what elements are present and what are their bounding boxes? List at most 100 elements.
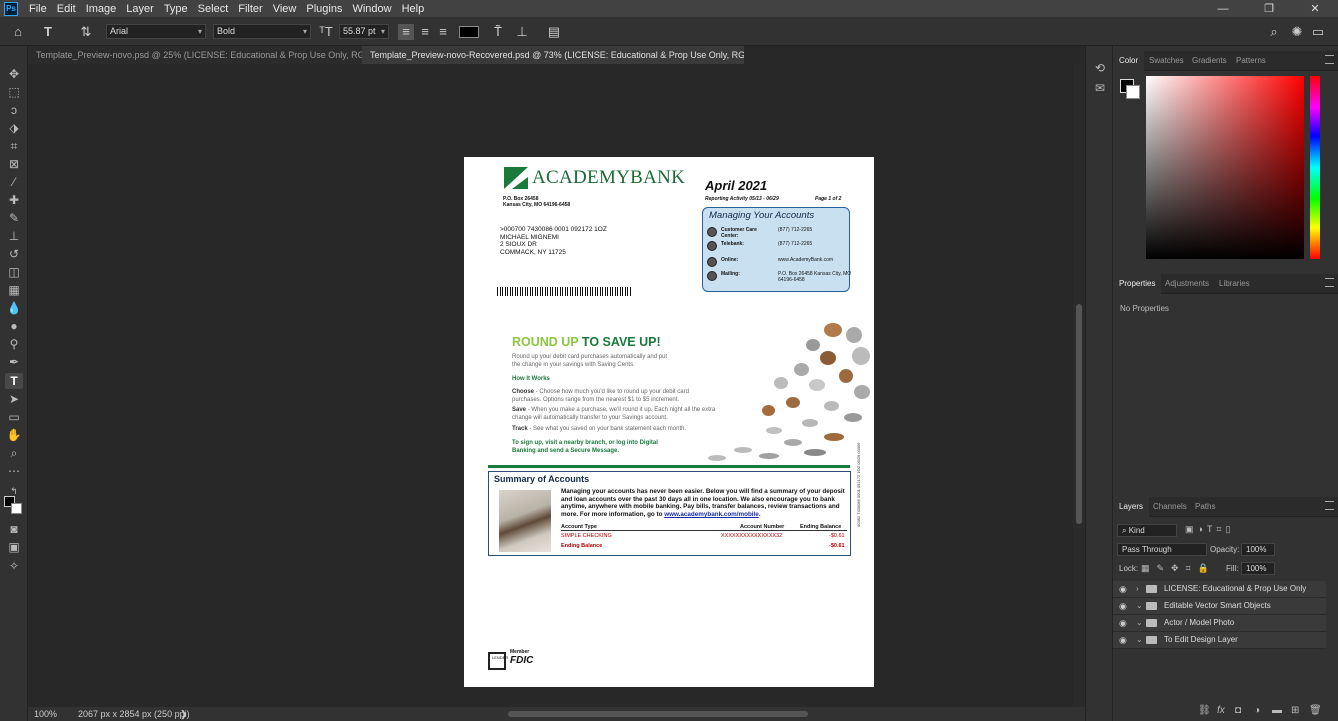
menu-image[interactable]: Image: [81, 3, 122, 15]
bank-statement-document[interactable]: ACADEMYBANK P.O. Box 26458 Kansas City, …: [464, 157, 874, 687]
fill-field[interactable]: 100%: [1241, 562, 1275, 575]
add-mask-icon[interactable]: ◘: [1235, 705, 1241, 716]
menu-help[interactable]: Help: [397, 3, 430, 15]
eye-icon[interactable]: ◉: [1119, 601, 1127, 612]
history-panel-icon[interactable]: ⟲: [1091, 60, 1109, 76]
text-color-swatch[interactable]: [459, 26, 479, 38]
lasso-tool-icon[interactable]: ↄ: [5, 102, 23, 118]
tab-layers[interactable]: Layers: [1113, 497, 1150, 517]
layer-style-icon[interactable]: fx: [1217, 705, 1225, 716]
layer-filter-icons[interactable]: ▣◑T⌗▯: [1185, 524, 1234, 535]
type-tool-preset-icon[interactable]: T: [40, 24, 56, 40]
rectangle-tool-icon[interactable]: ▭: [5, 409, 23, 425]
menu-window[interactable]: Window: [347, 3, 396, 15]
new-group-icon[interactable]: ▬: [1272, 705, 1282, 716]
zoom-level[interactable]: 100%: [34, 709, 57, 719]
menu-view[interactable]: View: [268, 3, 302, 15]
layer-row[interactable]: ◉ › LICENSE: Educational & Prop Use Only: [1113, 581, 1326, 598]
menu-select[interactable]: Select: [193, 3, 234, 15]
eye-icon[interactable]: ◉: [1119, 635, 1127, 646]
delete-layer-icon[interactable]: 🗑: [1309, 705, 1322, 716]
more-tools-icon[interactable]: ⋯: [5, 463, 23, 479]
tab-swatches[interactable]: Swatches: [1143, 51, 1190, 71]
scroll-thumb[interactable]: [1076, 304, 1082, 524]
tab-properties[interactable]: Properties: [1113, 274, 1162, 294]
history-brush-tool-icon[interactable]: ↺: [5, 246, 23, 262]
tab-paths[interactable]: Paths: [1189, 497, 1221, 517]
lightbulb-icon[interactable]: ✺: [1289, 24, 1305, 40]
canvas-area[interactable]: ACADEMYBANK P.O. Box 26458 Kansas City, …: [28, 64, 1073, 707]
close-window-button[interactable]: ✕: [1292, 0, 1338, 17]
character-panel-icon[interactable]: ⊥: [514, 24, 530, 40]
tab-adjustments[interactable]: Adjustments: [1159, 274, 1215, 294]
dodge-tool-icon[interactable]: ●: [5, 318, 23, 334]
status-menu-icon[interactable]: ❯: [180, 709, 188, 720]
tab-patterns[interactable]: Patterns: [1230, 51, 1272, 71]
workspace-icon[interactable]: ▭: [1310, 24, 1326, 40]
tab-color[interactable]: Color: [1113, 51, 1145, 71]
mobile-link[interactable]: www.academybank.com/mobile: [664, 511, 759, 518]
menu-type[interactable]: Type: [159, 3, 193, 15]
panel-menu-icon[interactable]: [1325, 278, 1334, 287]
font-size-field[interactable]: 55.87 pt ▾: [339, 24, 389, 39]
chevron-down-icon[interactable]: ⌄: [1136, 618, 1143, 627]
panel-menu-icon[interactable]: [1325, 55, 1334, 64]
object-selection-tool-icon[interactable]: ⬗: [5, 120, 23, 136]
quick-mask-icon[interactable]: ◙: [5, 521, 23, 537]
font-style-select[interactable]: Bold ▾: [213, 24, 311, 39]
sponge-tool-icon[interactable]: ⚲: [5, 336, 23, 352]
tab-template-preview-recovered[interactable]: Template_Preview-novo-Recovered.psd @ 73…: [362, 46, 744, 64]
lock-icons[interactable]: ▦✎✥⌗🔒: [1141, 563, 1216, 574]
clone-stamp-tool-icon[interactable]: ⊥: [5, 228, 23, 244]
marquee-tool-icon[interactable]: ⬚: [5, 84, 23, 100]
chevron-right-icon[interactable]: ›: [1136, 584, 1139, 593]
eye-icon[interactable]: ◉: [1119, 618, 1127, 629]
warp-text-icon[interactable]: T̃: [490, 24, 506, 40]
move-tool-icon[interactable]: ✥: [5, 66, 23, 82]
chevron-down-icon[interactable]: ⌄: [1136, 601, 1143, 610]
blur-tool-icon[interactable]: 💧: [5, 300, 23, 316]
layer-row[interactable]: ◉ ⌄ To Edit Design Layer: [1113, 632, 1326, 649]
menu-edit[interactable]: Edit: [52, 3, 81, 15]
path-selection-tool-icon[interactable]: ➤: [5, 391, 23, 407]
layer-row[interactable]: ◉ ⌄ Actor / Model Photo: [1113, 615, 1326, 632]
background-color-swatch[interactable]: [11, 503, 22, 514]
comments-panel-icon[interactable]: ✉: [1091, 80, 1109, 96]
zoom-tool-icon[interactable]: ⌕: [5, 445, 23, 461]
crop-tool-icon[interactable]: ⌗: [5, 138, 23, 154]
menu-layer[interactable]: Layer: [121, 3, 159, 15]
tab-libraries[interactable]: Libraries: [1213, 274, 1256, 294]
toggle-text-orientation-icon[interactable]: ⇅: [78, 24, 94, 40]
menu-filter[interactable]: Filter: [233, 3, 267, 15]
align-center-icon[interactable]: ≡: [417, 24, 433, 40]
type-tool-icon[interactable]: T: [5, 373, 23, 389]
align-right-icon[interactable]: ≡: [435, 24, 451, 40]
restore-button[interactable]: ❐: [1246, 0, 1292, 17]
search-icon[interactable]: ⌕: [1266, 24, 1282, 40]
screen-mode-icon[interactable]: ▣: [5, 539, 23, 555]
new-layer-icon[interactable]: ⊞: [1291, 705, 1299, 716]
adjustment-layer-icon[interactable]: ◑: [1254, 705, 1260, 716]
3d-icon[interactable]: ▤: [546, 24, 562, 40]
hand-tool-icon[interactable]: ✋: [5, 427, 23, 443]
home-icon[interactable]: ⌂: [10, 24, 26, 40]
color-picker-field[interactable]: [1146, 76, 1304, 259]
hue-slider[interactable]: [1310, 76, 1320, 259]
align-left-icon[interactable]: ≡: [398, 24, 414, 40]
tab-gradients[interactable]: Gradients: [1186, 51, 1233, 71]
horizontal-scrollbar[interactable]: [508, 711, 808, 717]
pen-tool-icon[interactable]: ✒: [5, 354, 23, 370]
frame-tool-icon[interactable]: ⊠: [5, 156, 23, 172]
layer-row[interactable]: ◉ ⌄ Editable Vector Smart Objects: [1113, 598, 1326, 615]
tab-template-preview[interactable]: Template_Preview-novo.psd @ 25% (LICENSE…: [28, 46, 362, 64]
eye-icon[interactable]: ◉: [1119, 584, 1127, 595]
font-family-select[interactable]: Arial ▾: [106, 24, 206, 39]
blend-mode-select[interactable]: Pass Through: [1117, 543, 1207, 556]
document-info[interactable]: 2067 px x 2854 px (250 ppi): [78, 709, 190, 719]
link-layers-icon[interactable]: ⛓: [1198, 705, 1211, 716]
chevron-down-icon[interactable]: ⌄: [1136, 635, 1143, 644]
opacity-field[interactable]: 100%: [1241, 543, 1275, 556]
generative-icon[interactable]: ✧: [5, 558, 23, 574]
vertical-scrollbar[interactable]: [1073, 64, 1085, 707]
brush-tool-icon[interactable]: ✎: [5, 210, 23, 226]
